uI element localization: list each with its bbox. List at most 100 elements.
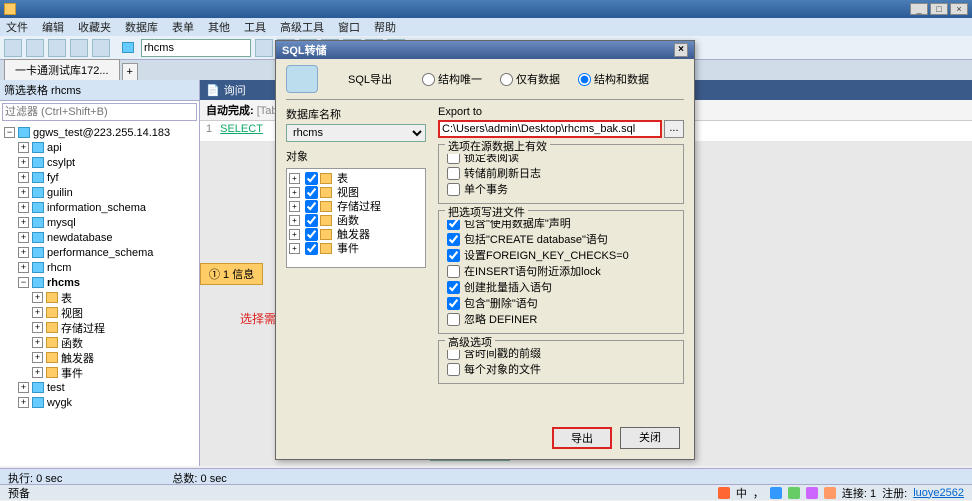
expander-icon[interactable]: + (32, 307, 43, 318)
obj-check[interactable] (305, 242, 318, 255)
tree-db[interactable]: rhcm (47, 262, 71, 274)
object-tree[interactable]: +表+视图+存储过程+函数+触发器+事件 (286, 168, 426, 268)
expander-icon[interactable]: + (18, 397, 29, 408)
expander-icon[interactable]: + (32, 367, 43, 378)
opt-check[interactable] (447, 281, 460, 294)
close-button[interactable]: 关闭 (620, 427, 680, 449)
opt-check[interactable] (447, 233, 460, 246)
expander-icon[interactable]: + (18, 262, 29, 273)
tree-sub[interactable]: 表 (61, 290, 72, 306)
expander-icon[interactable]: + (18, 247, 29, 258)
menubar: 文件 编辑 收藏夹 数据库 表单 其他 工具 高级工具 窗口 帮助 (0, 18, 972, 36)
obj-check[interactable] (305, 214, 318, 227)
menu-form[interactable]: 表单 (172, 19, 194, 35)
maximize-button[interactable]: □ (930, 3, 948, 15)
opt-check[interactable] (447, 363, 460, 376)
menu-window[interactable]: 窗口 (338, 19, 360, 35)
radio-struct-only[interactable]: 结构唯一 (422, 71, 482, 87)
tree-sub[interactable]: 事件 (61, 365, 83, 381)
expander-icon[interactable]: + (289, 243, 300, 254)
tab-add[interactable]: + (122, 63, 138, 80)
address-input[interactable] (141, 39, 251, 57)
tool-save-icon[interactable] (48, 39, 66, 57)
expander-icon[interactable]: + (18, 217, 29, 228)
menu-other[interactable]: 其他 (208, 19, 230, 35)
obj-check[interactable] (305, 172, 318, 185)
expander-icon[interactable]: + (18, 172, 29, 183)
tree-db[interactable]: fyf (47, 172, 59, 184)
obj-check[interactable] (305, 228, 318, 241)
tab-main[interactable]: 一卡通测试库172... (4, 59, 120, 80)
expander-icon[interactable]: + (32, 322, 43, 333)
expander-icon[interactable]: + (32, 352, 43, 363)
expander-icon[interactable]: + (289, 215, 300, 226)
db-select[interactable]: rhcms (286, 124, 426, 142)
menu-adv[interactable]: 高级工具 (280, 19, 324, 35)
tool-refresh-icon[interactable] (92, 39, 110, 57)
menu-help[interactable]: 帮助 (374, 19, 396, 35)
tree-sub[interactable]: 触发器 (61, 350, 94, 366)
expander-icon[interactable]: + (289, 187, 300, 198)
tree-db[interactable]: wygk (47, 397, 72, 409)
export-path-input[interactable] (438, 120, 662, 138)
tree-db[interactable]: csylpt (47, 157, 75, 169)
tree-db-current[interactable]: rhcms (47, 277, 80, 289)
expander-icon[interactable]: + (18, 382, 29, 393)
menu-db[interactable]: 数据库 (125, 19, 158, 35)
expander-icon[interactable]: − (4, 127, 15, 138)
tree-db[interactable]: test (47, 382, 65, 394)
expander-icon[interactable]: + (289, 201, 300, 212)
opt-check[interactable] (447, 167, 460, 180)
expander-icon[interactable]: + (289, 229, 300, 240)
radio-struct-data[interactable]: 结构和数据 (578, 71, 649, 87)
tree-db[interactable]: guilin (47, 187, 73, 199)
minimize-button[interactable]: _ (910, 3, 928, 15)
expander-icon[interactable]: + (32, 292, 43, 303)
obj-check[interactable] (305, 186, 318, 199)
tree-sub[interactable]: 视图 (61, 305, 83, 321)
export-button[interactable]: 导出 (552, 427, 612, 449)
tree-db[interactable]: mysql (47, 217, 76, 229)
filter-input[interactable] (3, 104, 196, 120)
tree-db[interactable]: information_schema (47, 202, 146, 214)
menu-tools[interactable]: 工具 (244, 19, 266, 35)
tree-db[interactable]: performance_schema (47, 247, 153, 259)
expander-icon[interactable]: + (289, 173, 300, 184)
radio-data-only[interactable]: 仅有数据 (500, 71, 560, 87)
tree-db[interactable]: api (47, 142, 62, 154)
status-user[interactable]: luoye2562 (913, 487, 964, 499)
opt-check[interactable] (447, 183, 460, 196)
expander-icon[interactable]: + (18, 187, 29, 198)
tree-sub[interactable]: 函数 (61, 335, 83, 351)
folder-icon (320, 229, 332, 240)
expander-icon[interactable]: + (18, 202, 29, 213)
obj-label[interactable]: 事件 (337, 240, 359, 256)
opt-check[interactable] (447, 313, 460, 326)
tool-a-icon[interactable] (255, 39, 273, 57)
tree-root[interactable]: ggws_test@223.255.14.183 (33, 127, 170, 139)
dialog-tab[interactable]: SQL导出 (348, 71, 392, 87)
db-tree[interactable]: − ggws_test@223.255.14.183 + api + csylpt + fy… (0, 123, 199, 466)
menu-file[interactable]: 文件 (6, 19, 28, 35)
opt-check[interactable] (447, 297, 460, 310)
menu-fav[interactable]: 收藏夹 (78, 19, 111, 35)
expander-icon[interactable]: + (32, 337, 43, 348)
obj-check[interactable] (305, 200, 318, 213)
opt-check[interactable] (447, 265, 460, 278)
expander-icon[interactable]: + (18, 232, 29, 243)
dialog-titlebar[interactable]: SQL转储 × (276, 41, 694, 59)
close-button[interactable]: × (950, 3, 968, 15)
tree-db[interactable]: newdatabase (47, 232, 112, 244)
tool-new-icon[interactable] (4, 39, 22, 57)
expander-icon[interactable]: + (18, 142, 29, 153)
browse-button[interactable]: ... (664, 120, 684, 138)
menu-edit[interactable]: 编辑 (42, 19, 64, 35)
dialog-close-icon[interactable]: × (674, 43, 688, 57)
expander-icon[interactable]: − (18, 277, 29, 288)
tree-sub[interactable]: 存储过程 (61, 320, 105, 336)
tool-open-icon[interactable] (26, 39, 44, 57)
info-tab[interactable]: ① 1 信息 (200, 263, 263, 285)
opt-check[interactable] (447, 249, 460, 262)
expander-icon[interactable]: + (18, 157, 29, 168)
tool-run-icon[interactable] (70, 39, 88, 57)
